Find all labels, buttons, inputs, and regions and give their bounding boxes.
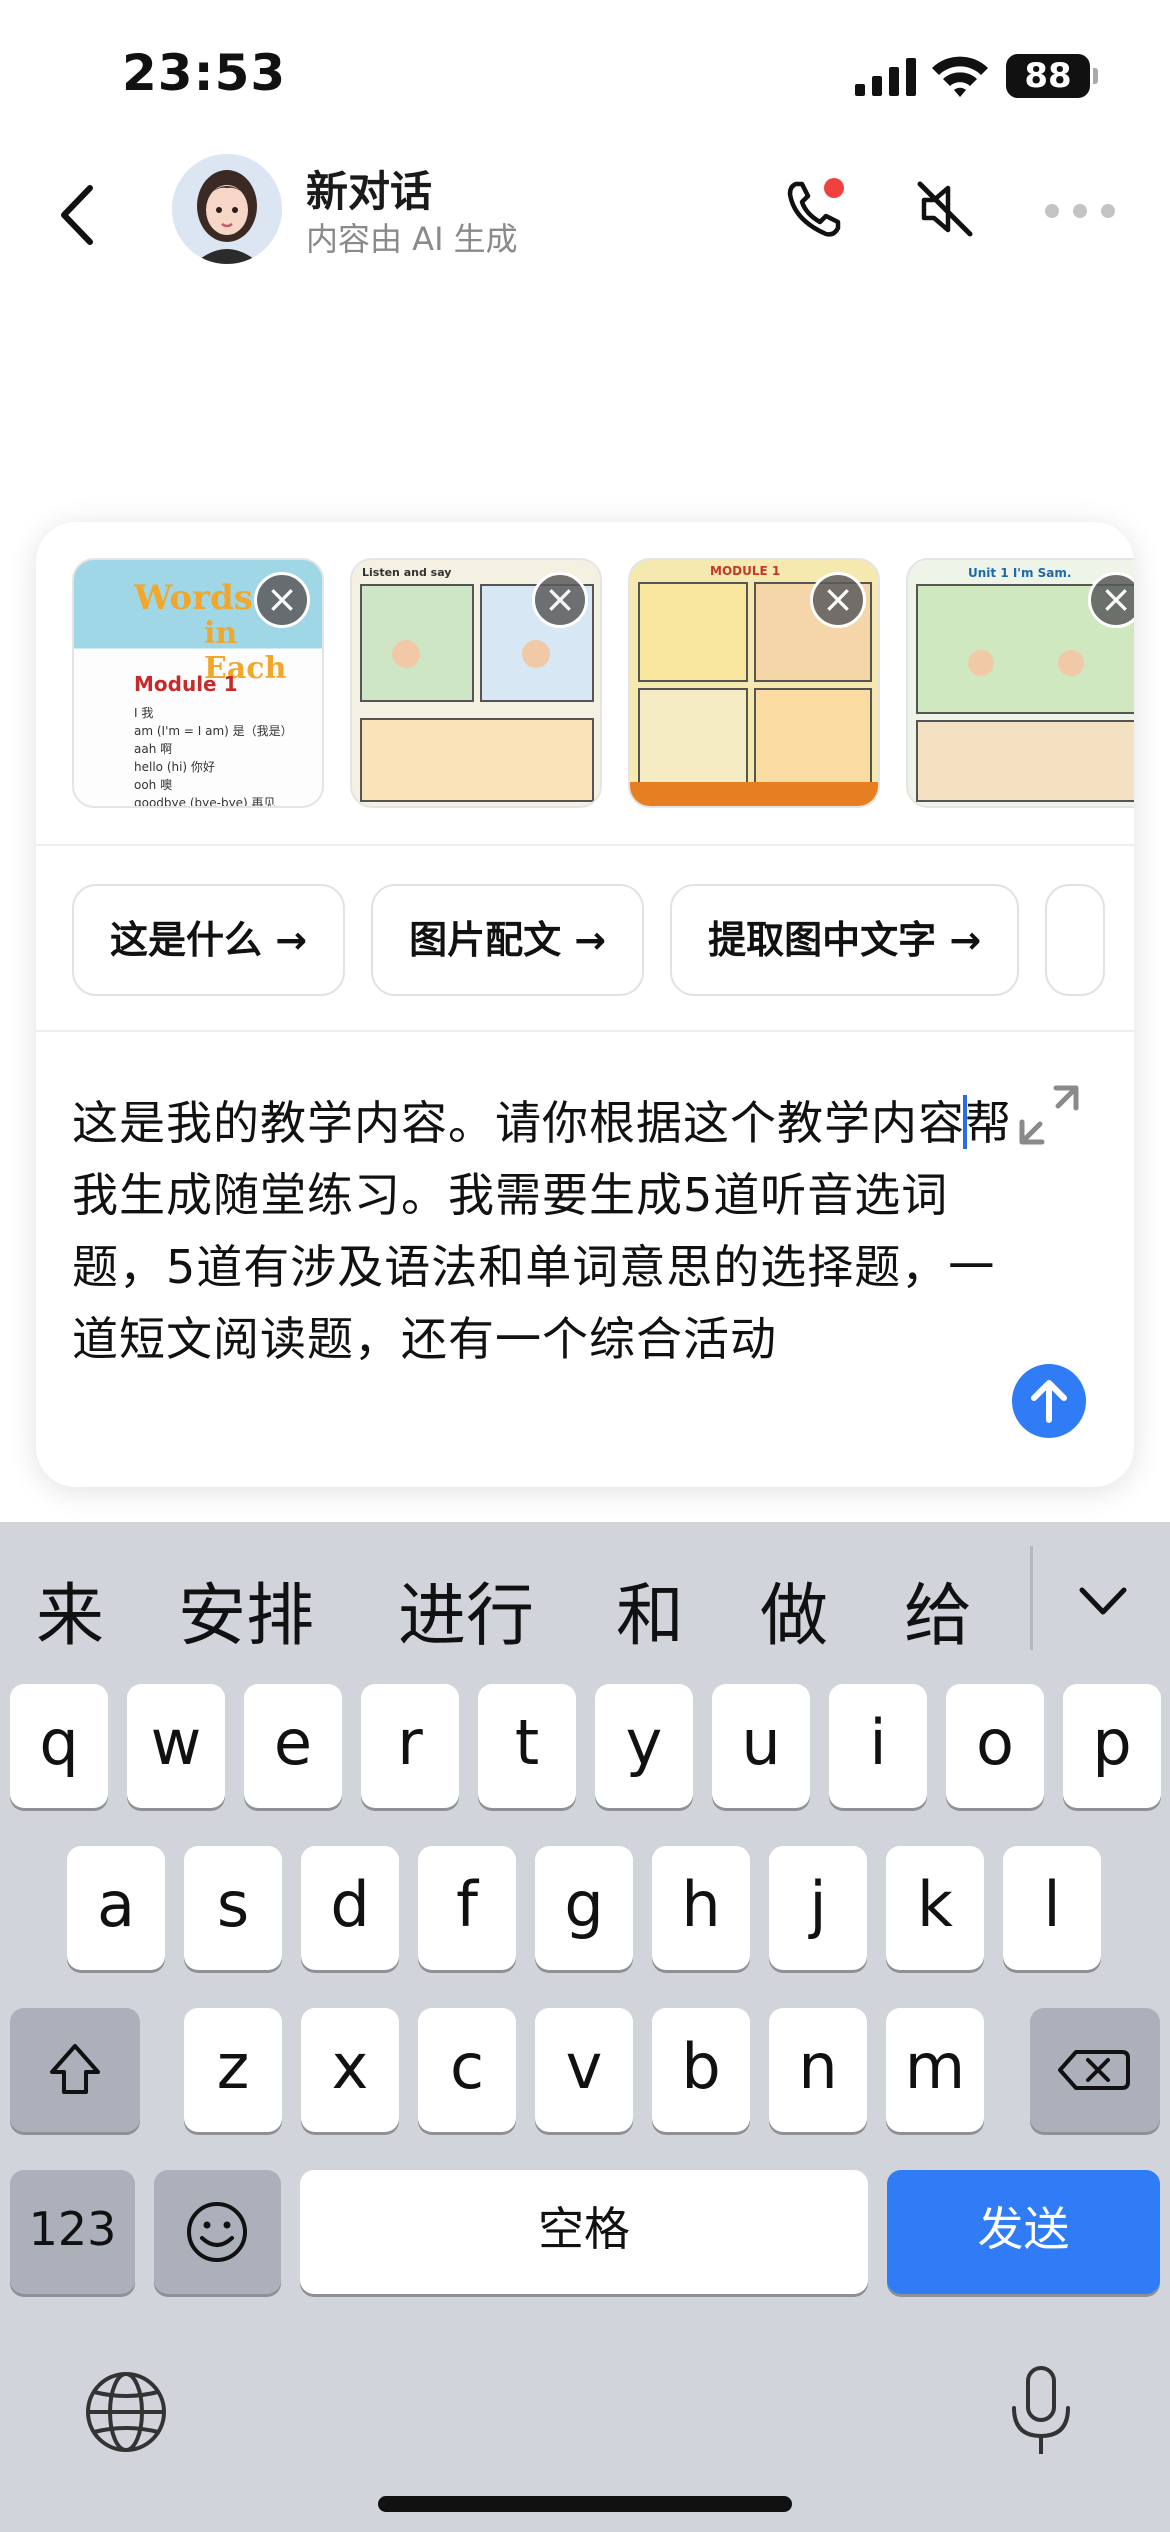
candidate-word[interactable]: 来 (36, 1560, 104, 1659)
key-q[interactable]: q (10, 1684, 108, 1808)
backspace-key[interactable] (1030, 2008, 1160, 2132)
remove-attachment-button[interactable]: × (810, 572, 866, 628)
chevron-down-icon[interactable] (1068, 1572, 1138, 1632)
thumbnail-module: Module 1 (134, 672, 238, 696)
remove-attachment-button[interactable]: × (532, 572, 588, 628)
key-f[interactable]: f (418, 1846, 516, 1970)
key-c[interactable]: c (418, 2008, 516, 2132)
ai-generated-note: 内容由 AI 生成 (306, 220, 518, 258)
candidate-word[interactable]: 给 (904, 1560, 972, 1659)
suggestion-what-is-this[interactable]: 这是什么 → (72, 884, 346, 996)
attachment-thumbnail[interactable]: Words in Each Module 1 I 我 am (I'm = I a… (72, 558, 324, 808)
key-d[interactable]: d (301, 1846, 399, 1970)
composer-card: Words in Each Module 1 I 我 am (I'm = I a… (36, 522, 1134, 1487)
key-o[interactable]: o (946, 1684, 1044, 1808)
space-key[interactable]: 空格 (300, 2170, 868, 2294)
suggestion-caption-image[interactable]: 图片配文 → (371, 884, 645, 996)
key-s[interactable]: s (184, 1846, 282, 1970)
key-e[interactable]: e (244, 1684, 342, 1808)
key-r[interactable]: r (361, 1684, 459, 1808)
emoji-key[interactable] (154, 2170, 281, 2294)
candidate-word[interactable]: 和 (616, 1560, 684, 1659)
candidate-separator (1030, 1546, 1033, 1650)
numbers-key[interactable]: 123 (10, 2170, 135, 2294)
key-a[interactable]: a (67, 1846, 165, 1970)
divider (36, 844, 1134, 846)
shift-key[interactable] (10, 2008, 140, 2132)
backspace-icon (1058, 2050, 1130, 2090)
emoji-icon (187, 2202, 247, 2262)
candidate-word[interactable]: 做 (760, 1560, 828, 1659)
suggestion-extract-text[interactable]: 提取图中文字 → (670, 884, 1020, 996)
avatar-illustration (172, 154, 282, 264)
key-v[interactable]: v (535, 2008, 633, 2132)
candidate-word[interactable]: 安排 (178, 1560, 314, 1659)
send-key[interactable]: 发送 (887, 2170, 1160, 2294)
more-options-icon[interactable] (1045, 204, 1115, 220)
key-y[interactable]: y (595, 1684, 693, 1808)
key-l[interactable]: l (1003, 1846, 1101, 1970)
key-p[interactable]: p (1063, 1684, 1161, 1808)
chat-header: 新对话 内容由 AI 生成 (0, 150, 1170, 270)
key-u[interactable]: u (712, 1684, 810, 1808)
suggestion-chip-partial[interactable] (1045, 884, 1106, 996)
key-g[interactable]: g (535, 1846, 633, 1970)
message-text-before-cursor: 这是我的教学内容。请你根据这个教学内容 (72, 1096, 965, 1150)
keyboard: 来 安排 进行 和 做 给 q w e r t y u i o p a s d … (0, 1522, 1170, 2532)
candidate-bar: 来 安排 进行 和 做 给 (0, 1522, 1170, 1682)
cellular-signal-icon (855, 58, 916, 96)
thumbnail-wordlist: I 我 am (I'm = I am) 是（我是） aah 啊 hello (h… (134, 706, 293, 808)
thumbnail-title: Words (134, 578, 253, 618)
wifi-icon (932, 56, 988, 97)
key-n[interactable]: n (769, 2008, 867, 2132)
speaker-muted-icon[interactable] (910, 174, 980, 244)
remove-attachment-button[interactable]: × (254, 572, 310, 628)
globe-icon[interactable] (84, 2370, 168, 2454)
chat-title: 新对话 (306, 167, 433, 216)
home-indicator[interactable] (378, 2496, 792, 2512)
attachment-thumbnail[interactable]: Unit 1 I'm Sam. × (906, 558, 1134, 808)
send-button[interactable] (1012, 1364, 1086, 1438)
key-t[interactable]: t (478, 1684, 576, 1808)
arrow-up-icon (1031, 1380, 1067, 1423)
key-h[interactable]: h (652, 1846, 750, 1970)
expand-icon[interactable] (1016, 1082, 1082, 1148)
key-k[interactable]: k (886, 1846, 984, 1970)
back-arrow-icon[interactable] (50, 180, 110, 250)
attachment-list: Words in Each Module 1 I 我 am (I'm = I a… (72, 558, 1134, 808)
divider (36, 1030, 1134, 1032)
attachment-thumbnail[interactable]: Listen and say × (350, 558, 602, 808)
key-b[interactable]: b (652, 2008, 750, 2132)
status-time: 23:53 (122, 44, 287, 102)
key-j[interactable]: j (769, 1846, 867, 1970)
suggestion-list: 这是什么 → 图片配文 → 提取图中文字 → (72, 884, 1134, 996)
key-z[interactable]: z (184, 2008, 282, 2132)
candidate-word[interactable]: 进行 (398, 1560, 534, 1659)
key-m[interactable]: m (886, 2008, 984, 2132)
key-x[interactable]: x (301, 2008, 399, 2132)
shift-icon (50, 2044, 100, 2094)
attachment-thumbnail[interactable]: MODULE 1 × (628, 558, 880, 808)
key-i[interactable]: i (829, 1684, 927, 1808)
status-bar: 23:53 88 (0, 0, 1170, 150)
battery-indicator: 88 (1006, 54, 1098, 98)
microphone-icon[interactable] (1006, 2364, 1076, 2460)
phone-call-icon[interactable] (780, 174, 850, 244)
message-input[interactable]: 这是我的教学内容。请你根据这个教学内容帮我生成随堂练习。我需要生成5道听音选词题… (72, 1087, 1012, 1375)
key-w[interactable]: w (127, 1684, 225, 1808)
assistant-avatar[interactable] (172, 154, 282, 264)
